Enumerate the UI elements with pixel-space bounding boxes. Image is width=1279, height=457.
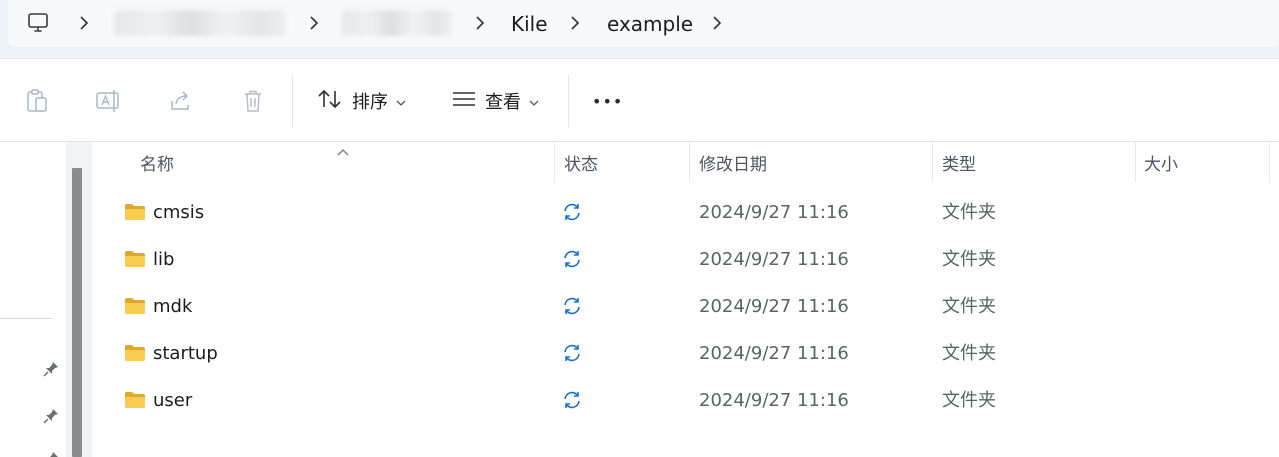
- folder-icon: [124, 391, 146, 409]
- sort-icon: [316, 87, 344, 115]
- file-name[interactable]: startup: [153, 342, 218, 366]
- navigation-pane: [0, 142, 66, 457]
- modified-date: 2024/9/27 11:16: [699, 202, 849, 223]
- column-divider[interactable]: [932, 142, 933, 182]
- column-header-name[interactable]: 名称: [140, 142, 174, 182]
- column-divider[interactable]: [689, 142, 690, 182]
- breadcrumb[interactable]: Kile example: [8, 0, 1279, 47]
- folder-icon: [124, 344, 146, 362]
- column-divider[interactable]: [554, 142, 555, 182]
- sync-pending-icon: [562, 296, 582, 316]
- folder-icon: [124, 250, 146, 268]
- pin-icon[interactable]: [42, 360, 60, 378]
- table-row[interactable]: user 2024/9/27 11:16 文件夹: [92, 377, 1279, 424]
- file-name[interactable]: mdk: [153, 295, 192, 319]
- file-type: 文件夹: [942, 202, 996, 223]
- command-bar: 排序 查看 •••: [0, 58, 1279, 142]
- pin-icon[interactable]: [42, 450, 60, 457]
- table-row[interactable]: mdk 2024/9/27 11:16 文件夹: [92, 283, 1279, 330]
- folder-icon: [124, 203, 146, 221]
- breadcrumb-item-blurred-1[interactable]: [114, 10, 286, 36]
- file-name[interactable]: user: [153, 389, 192, 413]
- file-type: 文件夹: [942, 249, 996, 270]
- file-type: 文件夹: [942, 390, 996, 411]
- this-pc-icon[interactable]: [26, 11, 50, 35]
- delete-icon[interactable]: [239, 87, 267, 115]
- file-name[interactable]: lib: [153, 248, 174, 272]
- rename-icon[interactable]: [95, 87, 123, 115]
- column-divider[interactable]: [1135, 142, 1136, 182]
- more-options-button[interactable]: •••: [592, 85, 623, 117]
- table-row[interactable]: cmsis 2024/9/27 11:16 文件夹: [92, 189, 1279, 236]
- folder-icon: [124, 297, 146, 315]
- chevron-right-icon[interactable]: [709, 13, 725, 33]
- share-icon[interactable]: [167, 87, 195, 115]
- address-bar: Kile example: [0, 0, 1279, 58]
- paste-icon[interactable]: [23, 87, 51, 115]
- modified-date: 2024/9/27 11:16: [699, 343, 849, 364]
- table-row[interactable]: lib 2024/9/27 11:16 文件夹: [92, 236, 1279, 283]
- breadcrumb-item-blurred-2[interactable]: [342, 10, 452, 36]
- modified-date: 2024/9/27 11:16: [699, 296, 849, 317]
- sort-label: 排序: [352, 92, 388, 113]
- toolbar-divider: [568, 75, 569, 127]
- column-divider[interactable]: [1269, 142, 1270, 182]
- file-name[interactable]: cmsis: [153, 201, 204, 225]
- sort-ascending-icon: [336, 142, 350, 156]
- file-type: 文件夹: [942, 296, 996, 317]
- toolbar-divider: [292, 75, 293, 127]
- column-header-size[interactable]: 大小: [1144, 142, 1178, 182]
- file-explorer-window: Kile example 排序 查看 ••• 名称 状态 修改日期 类型 大小 …: [0, 0, 1279, 457]
- column-header-status[interactable]: 状态: [564, 142, 598, 182]
- scrollbar-thumb[interactable]: [72, 168, 82, 457]
- pin-icon[interactable]: [42, 407, 60, 425]
- sync-pending-icon: [562, 202, 582, 222]
- view-button[interactable]: 查看: [451, 85, 539, 117]
- file-list: 名称 状态 修改日期 类型 大小 cmsis 2024/9/27 11:16 文…: [92, 142, 1279, 457]
- chevron-right-icon[interactable]: [76, 13, 92, 33]
- breadcrumb-item-kile[interactable]: Kile: [511, 12, 548, 36]
- sync-pending-icon: [562, 390, 582, 410]
- modified-date: 2024/9/27 11:16: [699, 249, 849, 270]
- chevron-right-icon[interactable]: [567, 13, 583, 33]
- modified-date: 2024/9/27 11:16: [699, 390, 849, 411]
- breadcrumb-item-example[interactable]: example: [607, 12, 693, 36]
- file-type: 文件夹: [942, 343, 996, 364]
- chevron-right-icon[interactable]: [472, 13, 488, 33]
- more-icon: •••: [592, 91, 624, 111]
- view-label: 查看: [485, 92, 521, 113]
- column-header-modified[interactable]: 修改日期: [699, 142, 767, 182]
- chevron-right-icon[interactable]: [306, 13, 322, 33]
- list-view-icon: [451, 89, 477, 113]
- table-row[interactable]: startup 2024/9/27 11:16 文件夹: [92, 330, 1279, 377]
- sync-pending-icon: [562, 249, 582, 269]
- chevron-down-icon: [529, 92, 539, 111]
- nav-scrollbar[interactable]: [66, 142, 92, 457]
- sort-button[interactable]: 排序: [316, 85, 406, 117]
- chevron-down-icon: [396, 92, 406, 111]
- sync-pending-icon: [562, 343, 582, 363]
- column-header-type[interactable]: 类型: [942, 142, 976, 182]
- nav-divider: [0, 318, 52, 319]
